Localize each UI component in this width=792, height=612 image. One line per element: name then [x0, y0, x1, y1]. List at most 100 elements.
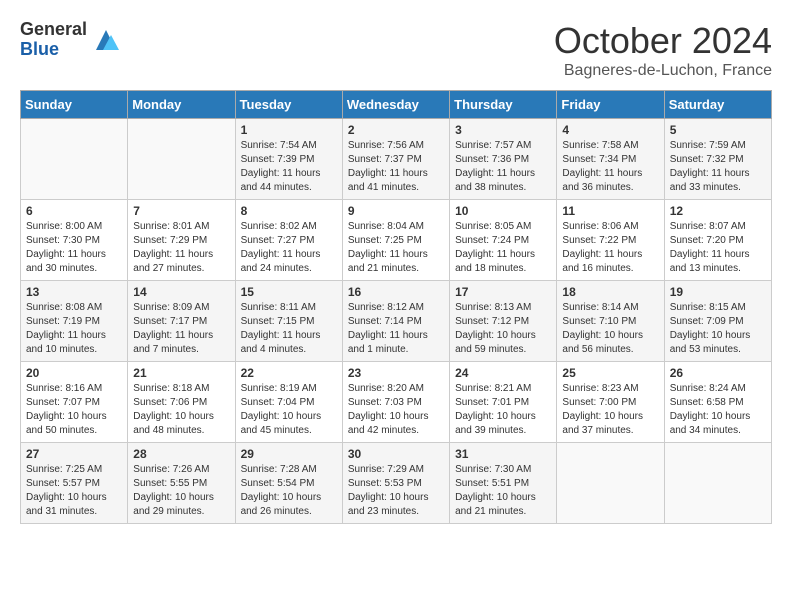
day-number: 7	[133, 204, 229, 218]
day-number: 18	[562, 285, 658, 299]
calendar-cell: 3Sunrise: 7:57 AM Sunset: 7:36 PM Daylig…	[450, 119, 557, 200]
day-number: 9	[348, 204, 444, 218]
calendar-cell: 31Sunrise: 7:30 AM Sunset: 5:51 PM Dayli…	[450, 443, 557, 524]
day-info: Sunrise: 8:18 AM Sunset: 7:06 PM Dayligh…	[133, 382, 229, 438]
day-number: 16	[348, 285, 444, 299]
day-number: 2	[348, 123, 444, 137]
day-info: Sunrise: 7:59 AM Sunset: 7:32 PM Dayligh…	[670, 139, 766, 195]
day-number: 22	[241, 366, 337, 380]
calendar-cell	[557, 443, 664, 524]
calendar-cell: 5 Sunrise: 7:59 AM Sunset: 7:32 PM Daylig…	[664, 119, 771, 200]
day-info: Sunrise: 8:09 AM Sunset: 7:17 PM Dayligh…	[133, 301, 229, 357]
day-number: 27	[26, 447, 122, 461]
calendar-table: SundayMondayTuesdayWednesdayThursdayFrid…	[20, 90, 772, 524]
day-number: 25	[562, 366, 658, 380]
month-title: October 2024	[554, 20, 772, 62]
page-header: General Blue October 2024 Bagneres-de-Lu…	[20, 20, 772, 80]
day-info: Sunrise: 7:54 AM Sunset: 7:39 PM Dayligh…	[241, 139, 337, 195]
day-number: 1	[241, 123, 337, 137]
week-row-2: 6 Sunrise: 8:00 AM Sunset: 7:30 PM Daylig…	[21, 200, 772, 281]
day-number: 29	[241, 447, 337, 461]
day-info: Sunrise: 8:08 AM Sunset: 7:19 PM Dayligh…	[26, 301, 122, 357]
day-number: 5	[670, 123, 766, 137]
header-cell-thursday: Thursday	[450, 91, 557, 119]
calendar-cell: 4 Sunrise: 7:58 AM Sunset: 7:34 PM Daylig…	[557, 119, 664, 200]
calendar-cell: 17Sunrise: 8:13 AM Sunset: 7:12 PM Dayli…	[450, 281, 557, 362]
calendar-cell	[128, 119, 235, 200]
day-info: Sunrise: 8:14 AM Sunset: 7:10 PM Dayligh…	[562, 301, 658, 357]
calendar-cell: 7 Sunrise: 8:01 AM Sunset: 7:29 PM Daylig…	[128, 200, 235, 281]
day-info: Sunrise: 8:07 AM Sunset: 7:20 PM Dayligh…	[670, 220, 766, 276]
day-info: Sunrise: 8:02 AM Sunset: 7:27 PM Dayligh…	[241, 220, 337, 276]
day-number: 26	[670, 366, 766, 380]
week-row-4: 20 Sunrise: 8:16 AM Sunset: 7:07 PM Dayli…	[21, 362, 772, 443]
calendar-cell: 28Sunrise: 7:26 AM Sunset: 5:55 PM Dayli…	[128, 443, 235, 524]
calendar-body: 1 Sunrise: 7:54 AM Sunset: 7:39 PM Daylig…	[21, 119, 772, 524]
week-row-1: 1 Sunrise: 7:54 AM Sunset: 7:39 PM Daylig…	[21, 119, 772, 200]
day-number: 6	[26, 204, 122, 218]
calendar-cell: 6 Sunrise: 8:00 AM Sunset: 7:30 PM Daylig…	[21, 200, 128, 281]
calendar-cell: 25 Sunrise: 8:23 AM Sunset: 7:00 PM Dayli…	[557, 362, 664, 443]
day-number: 21	[133, 366, 229, 380]
day-info: Sunrise: 8:19 AM Sunset: 7:04 PM Dayligh…	[241, 382, 337, 438]
logo-icon	[91, 25, 121, 55]
day-info: Sunrise: 8:21 AM Sunset: 7:01 PM Dayligh…	[455, 382, 551, 438]
header-cell-sunday: Sunday	[21, 91, 128, 119]
day-info: Sunrise: 8:11 AM Sunset: 7:15 PM Dayligh…	[241, 301, 337, 357]
logo-general-text: General	[20, 20, 87, 40]
calendar-cell: 27Sunrise: 7:25 AM Sunset: 5:57 PM Dayli…	[21, 443, 128, 524]
day-number: 19	[670, 285, 766, 299]
day-number: 20	[26, 366, 122, 380]
calendar-cell: 1 Sunrise: 7:54 AM Sunset: 7:39 PM Daylig…	[235, 119, 342, 200]
calendar-header: SundayMondayTuesdayWednesdayThursdayFrid…	[21, 91, 772, 119]
day-number: 15	[241, 285, 337, 299]
day-info: Sunrise: 8:13 AM Sunset: 7:12 PM Dayligh…	[455, 301, 551, 357]
day-number: 10	[455, 204, 551, 218]
day-info: Sunrise: 7:57 AM Sunset: 7:36 PM Dayligh…	[455, 139, 551, 195]
day-info: Sunrise: 7:28 AM Sunset: 5:54 PM Dayligh…	[241, 463, 337, 519]
header-cell-saturday: Saturday	[664, 91, 771, 119]
header-cell-tuesday: Tuesday	[235, 91, 342, 119]
logo: General Blue	[20, 20, 121, 60]
day-number: 11	[562, 204, 658, 218]
day-info: Sunrise: 8:05 AM Sunset: 7:24 PM Dayligh…	[455, 220, 551, 276]
day-number: 23	[348, 366, 444, 380]
logo-blue-text: Blue	[20, 40, 87, 60]
calendar-cell: 8 Sunrise: 8:02 AM Sunset: 7:27 PM Daylig…	[235, 200, 342, 281]
calendar-cell: 9 Sunrise: 8:04 AM Sunset: 7:25 PM Daylig…	[342, 200, 449, 281]
day-info: Sunrise: 8:00 AM Sunset: 7:30 PM Dayligh…	[26, 220, 122, 276]
title-block: October 2024 Bagneres-de-Luchon, France	[554, 20, 772, 80]
calendar-cell: 30Sunrise: 7:29 AM Sunset: 5:53 PM Dayli…	[342, 443, 449, 524]
calendar-cell: 12Sunrise: 8:07 AM Sunset: 7:20 PM Dayli…	[664, 200, 771, 281]
calendar-cell: 10 Sunrise: 8:05 AM Sunset: 7:24 PM Dayli…	[450, 200, 557, 281]
calendar-cell: 14Sunrise: 8:09 AM Sunset: 7:17 PM Dayli…	[128, 281, 235, 362]
calendar-cell: 24 Sunrise: 8:21 AM Sunset: 7:01 PM Dayli…	[450, 362, 557, 443]
day-info: Sunrise: 7:26 AM Sunset: 5:55 PM Dayligh…	[133, 463, 229, 519]
day-info: Sunrise: 8:20 AM Sunset: 7:03 PM Dayligh…	[348, 382, 444, 438]
calendar-cell: 15 Sunrise: 8:11 AM Sunset: 7:15 PM Dayli…	[235, 281, 342, 362]
calendar-cell: 19Sunrise: 8:15 AM Sunset: 7:09 PM Dayli…	[664, 281, 771, 362]
calendar-cell: 2Sunrise: 7:56 AM Sunset: 7:37 PM Daylig…	[342, 119, 449, 200]
day-number: 13	[26, 285, 122, 299]
calendar-cell: 20 Sunrise: 8:16 AM Sunset: 7:07 PM Dayli…	[21, 362, 128, 443]
header-cell-wednesday: Wednesday	[342, 91, 449, 119]
day-info: Sunrise: 8:23 AM Sunset: 7:00 PM Dayligh…	[562, 382, 658, 438]
calendar-cell: 21 Sunrise: 8:18 AM Sunset: 7:06 PM Dayli…	[128, 362, 235, 443]
calendar-cell: 23 Sunrise: 8:20 AM Sunset: 7:03 PM Dayli…	[342, 362, 449, 443]
day-info: Sunrise: 8:16 AM Sunset: 7:07 PM Dayligh…	[26, 382, 122, 438]
day-info: Sunrise: 7:58 AM Sunset: 7:34 PM Dayligh…	[562, 139, 658, 195]
calendar-cell: 18 Sunrise: 8:14 AM Sunset: 7:10 PM Dayli…	[557, 281, 664, 362]
day-info: Sunrise: 8:04 AM Sunset: 7:25 PM Dayligh…	[348, 220, 444, 276]
day-info: Sunrise: 8:01 AM Sunset: 7:29 PM Dayligh…	[133, 220, 229, 276]
header-cell-friday: Friday	[557, 91, 664, 119]
day-number: 8	[241, 204, 337, 218]
calendar-cell: 22 Sunrise: 8:19 AM Sunset: 7:04 PM Dayli…	[235, 362, 342, 443]
week-row-3: 13 Sunrise: 8:08 AM Sunset: 7:19 PM Dayli…	[21, 281, 772, 362]
day-info: Sunrise: 7:30 AM Sunset: 5:51 PM Dayligh…	[455, 463, 551, 519]
day-info: Sunrise: 8:24 AM Sunset: 6:58 PM Dayligh…	[670, 382, 766, 438]
day-number: 24	[455, 366, 551, 380]
day-number: 4	[562, 123, 658, 137]
location-subtitle: Bagneres-de-Luchon, France	[554, 62, 772, 80]
header-cell-monday: Monday	[128, 91, 235, 119]
header-row: SundayMondayTuesdayWednesdayThursdayFrid…	[21, 91, 772, 119]
